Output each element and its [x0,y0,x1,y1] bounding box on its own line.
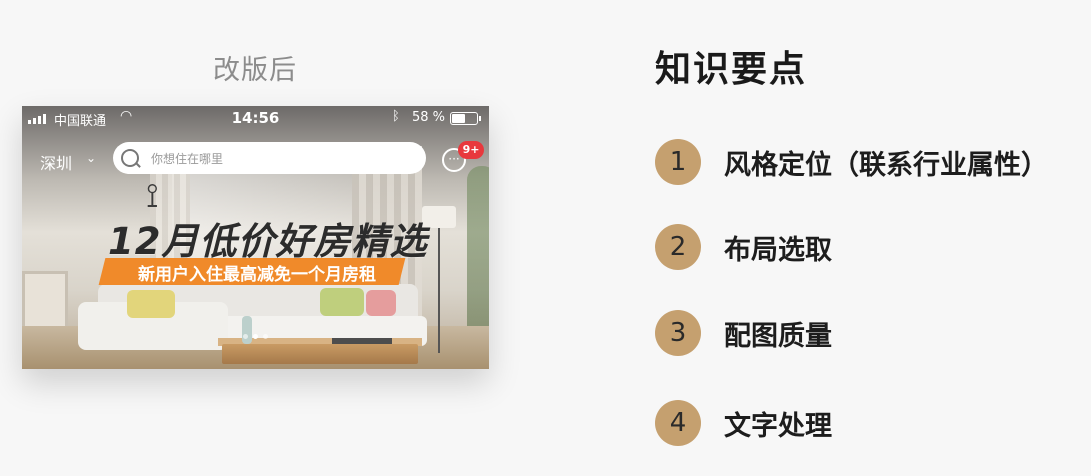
point-item: 1 风格定位（联系行业属性） [655,139,1048,185]
point-number: 1 [655,139,701,185]
point-item: 3 配图质量 [655,310,832,356]
point-number: 4 [655,400,701,446]
search-input[interactable]: 你想住在哪里 [113,142,426,174]
chevron-down-icon[interactable]: ⌄ [86,151,96,165]
carousel-dots[interactable] [22,334,489,339]
caption-after-redesign: 改版后 [213,55,297,86]
point-item: 4 文字处理 [655,400,832,446]
coffee-table [222,344,418,364]
city-selector[interactable]: 深圳 [40,150,72,174]
knowledge-points-title: 知识要点 [655,49,808,90]
battery-fill [452,114,465,123]
pillow-green [320,288,364,316]
status-bar: 中国联通 ◠ 14:56 ᛒ 58 % [22,106,489,130]
search-placeholder: 你想住在哪里 [151,152,224,166]
banner-headline[interactable]: 12月低价好房精选 [108,211,428,265]
carousel-dot[interactable] [263,334,268,339]
point-item: 2 布局选取 [655,224,832,270]
vase [242,316,252,344]
phone-screenshot: ⟟ 中国联通 ◠ 14:56 ᛒ 58 % 深圳 ⌄ 你想住在哪里 ··· 9+… [22,106,489,369]
point-number: 3 [655,310,701,356]
deer-decor-icon: ⟟ [146,176,159,216]
point-number: 2 [655,224,701,270]
pillow-yellow [127,290,175,318]
carousel-dot[interactable] [253,334,258,339]
point-text: 配图质量 [724,320,832,352]
pillow-pink [366,290,396,316]
point-text: 布局选取 [724,234,832,266]
point-text: 风格定位（联系行业属性） [724,149,1048,181]
battery-percent: 58 % [412,110,446,125]
message-badge: 9+ [458,141,484,159]
banner-subline: 新用户入住最高减免一个月房租 [138,265,376,285]
bluetooth-icon: ᛒ [392,109,400,124]
point-text: 文字处理 [724,410,832,442]
carousel-dot[interactable] [243,334,248,339]
battery-icon [450,112,481,125]
search-icon [121,149,139,167]
